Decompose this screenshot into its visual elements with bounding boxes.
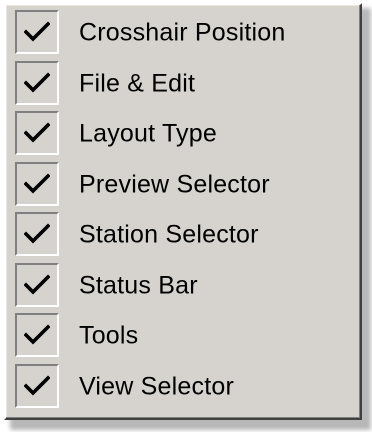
checkmark-icon xyxy=(24,273,50,295)
menu-item-preview-selector[interactable]: Preview Selector xyxy=(6,160,360,211)
menu-item-check-box xyxy=(15,161,59,206)
menu-item-label: View Selector xyxy=(79,372,234,401)
menu-item-layout-type[interactable]: Layout Type xyxy=(6,109,360,160)
checkmark-icon xyxy=(24,21,50,42)
menu-item-file-edit[interactable]: File & Edit xyxy=(6,59,360,110)
menu-item-label: Preview Selector xyxy=(79,170,270,199)
menu-item-check-box xyxy=(15,10,59,54)
menu-item-label: File & Edit xyxy=(79,69,196,98)
checkmark-icon xyxy=(24,71,50,93)
menu-item-check-box xyxy=(15,60,59,105)
menu-item-tools[interactable]: Tools xyxy=(6,311,360,362)
menu-item-label: Layout Type xyxy=(79,119,217,148)
menu-item-check-box xyxy=(15,111,59,155)
menu-item-label: Station Selector xyxy=(79,220,259,249)
menu-item-check-box xyxy=(15,313,59,357)
menu-item-check-box xyxy=(15,363,59,408)
menu-item-crosshair-position[interactable]: Crosshair Position xyxy=(6,8,360,59)
menu-item-label: Status Bar xyxy=(79,271,198,300)
menu-item-view-selector[interactable]: View Selector xyxy=(6,362,360,413)
menu-item-label: Tools xyxy=(79,321,139,350)
checkmark-icon xyxy=(24,122,50,143)
menu-item-label: Crosshair Position xyxy=(79,18,286,47)
menu-item-status-bar[interactable]: Status Bar xyxy=(6,261,360,312)
menu-item-check-box xyxy=(15,262,59,307)
checkmark-icon xyxy=(24,223,50,244)
menu-item-station-selector[interactable]: Station Selector xyxy=(6,210,360,261)
checkmark-icon xyxy=(24,324,50,345)
checkmark-icon xyxy=(24,374,50,396)
menu-item-check-box xyxy=(15,212,59,256)
toolbar-visibility-menu: Crosshair Position File & Edit Layout Ty… xyxy=(4,3,362,420)
checkmark-icon xyxy=(24,172,50,194)
